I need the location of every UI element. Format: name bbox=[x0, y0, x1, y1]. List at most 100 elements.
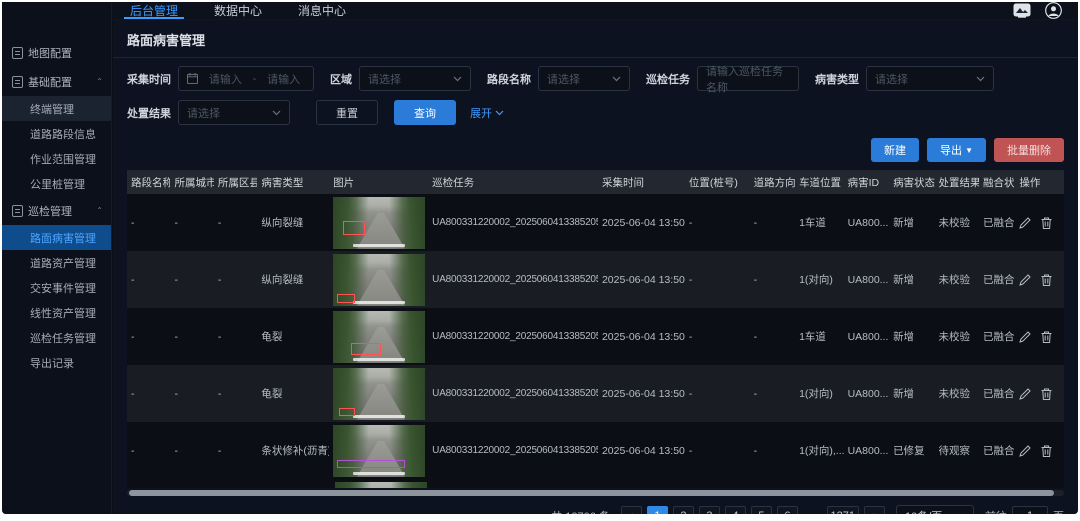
cell-direction: - bbox=[750, 194, 795, 251]
table-row[interactable]: - - - 纵向裂缝 UA800331220002_20250604133852… bbox=[127, 194, 1064, 251]
sidebar-item-kilometer-post-mgmt[interactable]: 公里桩管理 bbox=[2, 171, 111, 196]
cell-status: 新增 bbox=[889, 194, 934, 251]
cell-time: 2025-06-04 13:50 bbox=[598, 251, 685, 308]
sidebar-item-linear-asset-mgmt[interactable]: 线性资产管理 bbox=[2, 300, 111, 325]
edit-icon[interactable] bbox=[1019, 331, 1031, 343]
sidebar-item-terminal-mgmt[interactable]: 终端管理 bbox=[2, 96, 111, 121]
sidebar-item-label: 地图配置 bbox=[28, 45, 72, 61]
page-button-6[interactable]: 6 bbox=[777, 506, 798, 515]
page-button-4[interactable]: 4 bbox=[725, 506, 746, 515]
delete-icon[interactable] bbox=[1041, 331, 1052, 343]
export-button[interactable]: 导出 ▼ bbox=[927, 138, 986, 162]
cell-time: 2025-06-04 13:50 bbox=[598, 308, 685, 365]
sidebar-item-road-disease-mgmt[interactable]: 路面病害管理 bbox=[2, 225, 111, 250]
pagination: 共 12706 条 ‹ 1 2 3 4 5 6 ••• 1271 › 10条/页… bbox=[113, 499, 1078, 514]
edit-icon[interactable] bbox=[1019, 388, 1031, 400]
delete-icon[interactable] bbox=[1041, 445, 1052, 457]
scrollbar-thumb[interactable] bbox=[129, 490, 1054, 496]
chevron-down-icon bbox=[453, 76, 462, 82]
tab-data-center[interactable]: 数据中心 bbox=[196, 2, 280, 19]
sidebar-item-inspection-mgmt[interactable]: 巡检管理 ⌃ bbox=[2, 196, 111, 225]
cell-city: - bbox=[170, 365, 213, 422]
sidebar-item-label: 道路路段信息 bbox=[30, 126, 96, 142]
photo-watermark bbox=[353, 301, 405, 304]
pages-ellipsis[interactable]: ••• bbox=[803, 510, 822, 514]
disease-table: 路段名称 所属城市 所属区县 病害类型 图片 巡检任务 采集时间 位置(桩号) … bbox=[113, 170, 1078, 499]
col-county: 所属区县 bbox=[214, 170, 257, 194]
result-select[interactable]: 请选择 bbox=[178, 100, 290, 125]
page-button-1[interactable]: 1 bbox=[647, 506, 668, 515]
road-name-select[interactable]: 请选择 bbox=[538, 66, 630, 91]
cell-direction: - bbox=[750, 308, 795, 365]
tab-backend-mgmt[interactable]: 后台管理 bbox=[112, 2, 196, 19]
sidebar-item-work-scope-mgmt[interactable]: 作业范围管理 bbox=[2, 146, 111, 171]
page-button-2[interactable]: 2 bbox=[673, 506, 694, 515]
road-photo-thumbnail[interactable] bbox=[333, 425, 425, 477]
collect-time-range-input[interactable]: 请输入 - 请输入 bbox=[178, 66, 314, 91]
sidebar-item-label: 公里桩管理 bbox=[30, 176, 85, 192]
caret-down-icon: ▼ bbox=[965, 146, 973, 155]
cell-task: UA800331220002_20250604133852059 bbox=[428, 365, 598, 422]
col-task: 巡检任务 bbox=[428, 170, 598, 194]
delete-icon[interactable] bbox=[1041, 217, 1052, 229]
page-button-5[interactable]: 5 bbox=[751, 506, 772, 515]
cell-fusion: 已融合 bbox=[979, 365, 1015, 422]
batch-delete-button[interactable]: 批量删除 bbox=[994, 138, 1064, 162]
table-row[interactable]: - - - 龟裂 UA800331220002_2025060413385205… bbox=[127, 308, 1064, 365]
table-row[interactable]: - - - 条状修补(沥青) UA800331220002_2025060413… bbox=[127, 422, 1064, 479]
disease-type-select[interactable]: 请选择 bbox=[866, 66, 994, 91]
edit-icon[interactable] bbox=[1019, 445, 1031, 457]
sidebar-item-inspection-task-mgmt[interactable]: 巡检任务管理 bbox=[2, 325, 111, 350]
cell-result: 未校验 bbox=[935, 308, 979, 365]
create-button[interactable]: 新建 bbox=[871, 138, 919, 162]
edit-icon[interactable] bbox=[1019, 217, 1031, 229]
next-page-button[interactable]: › bbox=[864, 506, 885, 515]
expand-toggle[interactable]: 展开 bbox=[470, 105, 504, 121]
delete-icon[interactable] bbox=[1041, 388, 1052, 400]
road-photo-thumbnail[interactable] bbox=[333, 311, 425, 363]
horizontal-scrollbar[interactable] bbox=[127, 489, 1064, 497]
cell-disease-id: UA800... bbox=[844, 194, 889, 251]
table-row[interactable]: - - - 龟裂 UA800331220002_2025060413385205… bbox=[127, 365, 1064, 422]
sidebar-item-road-section-info[interactable]: 道路路段信息 bbox=[2, 121, 111, 146]
cell-road: - bbox=[127, 194, 170, 251]
goto-page-input[interactable] bbox=[1012, 506, 1048, 515]
edit-icon[interactable] bbox=[1019, 274, 1031, 286]
table-header-row: 路段名称 所属城市 所属区县 病害类型 图片 巡检任务 采集时间 位置(桩号) … bbox=[127, 170, 1064, 194]
road-photo-thumbnail[interactable] bbox=[333, 368, 425, 420]
sidebar-item-traffic-safety-event-mgmt[interactable]: 交安事件管理 bbox=[2, 275, 111, 300]
tab-message-center[interactable]: 消息中心 bbox=[280, 2, 364, 19]
page-button-last[interactable]: 1271 bbox=[827, 506, 859, 515]
page-size-select[interactable]: 10条/页 bbox=[896, 505, 974, 514]
road-photo-thumbnail bbox=[335, 482, 427, 488]
region-select[interactable]: 请选择 bbox=[359, 66, 471, 91]
sidebar-item-road-asset-mgmt[interactable]: 道路资产管理 bbox=[2, 250, 111, 275]
prev-page-button[interactable]: ‹ bbox=[621, 506, 642, 515]
cell-type: 龟裂 bbox=[257, 365, 329, 422]
sidebar-item-export-records[interactable]: 导出记录 bbox=[2, 350, 111, 375]
cell-result: 待观察 bbox=[935, 422, 979, 479]
sidebar-item-label: 线性资产管理 bbox=[30, 305, 96, 321]
photo-watermark bbox=[353, 244, 405, 247]
reset-button[interactable]: 重置 bbox=[316, 100, 378, 125]
image-icon[interactable] bbox=[1013, 3, 1031, 18]
detection-box bbox=[343, 221, 365, 235]
page-button-3[interactable]: 3 bbox=[699, 506, 720, 515]
table-row[interactable]: - - - 纵向裂缝 UA800331220002_20250604133852… bbox=[127, 251, 1064, 308]
sidebar-item-map-config[interactable]: 地图配置 bbox=[2, 38, 111, 67]
cell-time: 2025-06-04 13:50 bbox=[598, 194, 685, 251]
delete-icon[interactable] bbox=[1041, 274, 1052, 286]
search-button[interactable]: 查询 bbox=[394, 100, 456, 125]
chevron-up-icon: ⌃ bbox=[96, 77, 103, 86]
sidebar-item-base-config[interactable]: 基础配置 ⌃ bbox=[2, 67, 111, 96]
col-fusion: 融合状 bbox=[979, 170, 1015, 194]
road-photo-thumbnail[interactable] bbox=[333, 197, 425, 249]
user-icon[interactable] bbox=[1045, 2, 1062, 19]
sidebar: 地图配置 基础配置 ⌃ 终端管理 道路路段信息 作业范围管理 公里桩管理 巡检管… bbox=[2, 2, 112, 514]
photo-watermark bbox=[353, 358, 405, 361]
task-input[interactable]: 请输入巡检任务名称 bbox=[697, 66, 799, 91]
chevron-down-icon bbox=[272, 110, 281, 116]
sidebar-item-label: 巡检管理 bbox=[28, 203, 72, 219]
document-icon bbox=[12, 205, 23, 217]
road-photo-thumbnail[interactable] bbox=[333, 254, 425, 306]
